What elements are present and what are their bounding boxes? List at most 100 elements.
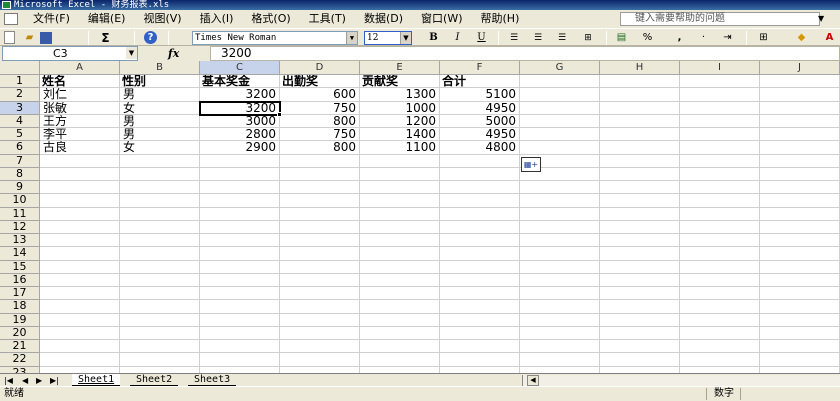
- data-cell[interactable]: 1000: [360, 102, 439, 115]
- row-header-21[interactable]: 21: [0, 339, 40, 354]
- header-cell[interactable]: 贡献奖: [360, 75, 439, 88]
- increase-indent-icon[interactable]: ⇥: [720, 31, 735, 45]
- align-right-icon[interactable]: ☰: [554, 31, 569, 45]
- tab-sheet3[interactable]: Sheet3: [188, 374, 237, 386]
- align-left-icon[interactable]: ☰: [506, 31, 521, 45]
- data-cell[interactable]: 5000: [440, 115, 519, 128]
- header-cell[interactable]: 合计: [440, 75, 519, 88]
- comma-style-icon[interactable]: ,: [672, 31, 687, 45]
- data-cell[interactable]: 800: [280, 141, 359, 154]
- data-cell[interactable]: 王方: [40, 115, 119, 128]
- data-cell[interactable]: 男: [120, 128, 199, 141]
- horizontal-scrollbar[interactable]: ◀: [522, 375, 840, 386]
- data-cell[interactable]: 600: [280, 88, 359, 101]
- fill-color-icon[interactable]: ◆: [794, 31, 809, 45]
- data-cell[interactable]: 1200: [360, 115, 439, 128]
- row-header-8[interactable]: 8: [0, 167, 40, 181]
- next-sheet-icon[interactable]: ▶: [36, 375, 42, 386]
- chevron-down-icon[interactable]: ▼: [346, 32, 357, 44]
- autosum-button[interactable]: Σ: [98, 31, 113, 45]
- fill-handle[interactable]: [277, 111, 282, 117]
- chevron-down-icon[interactable]: ▼: [400, 32, 411, 44]
- last-sheet-icon[interactable]: ▶|: [50, 375, 59, 386]
- row-header-13[interactable]: 13: [0, 233, 40, 248]
- menu-view[interactable]: 视图(V): [134, 10, 190, 28]
- menu-insert[interactable]: 插入(I): [191, 10, 243, 28]
- data-cell[interactable]: 3200: [200, 88, 279, 101]
- data-cell[interactable]: 古良: [40, 141, 119, 154]
- column-header-d[interactable]: D: [280, 61, 360, 75]
- borders-icon[interactable]: ⊞: [756, 31, 771, 45]
- menu-data[interactable]: 数据(D): [355, 10, 412, 28]
- row-header-12[interactable]: 12: [0, 220, 40, 234]
- italic-button[interactable]: I: [450, 31, 465, 45]
- menu-edit[interactable]: 编辑(E): [79, 10, 135, 28]
- data-cell[interactable]: 2800: [200, 128, 279, 141]
- bold-button[interactable]: B: [426, 31, 441, 45]
- menu-tools[interactable]: 工具(T): [300, 10, 355, 28]
- header-cell[interactable]: 姓名: [40, 75, 119, 88]
- tab-sheet1[interactable]: Sheet1: [72, 374, 121, 386]
- data-cell[interactable]: 李平: [40, 128, 119, 141]
- select-all-corner[interactable]: [0, 61, 40, 75]
- menu-window[interactable]: 窗口(W): [412, 10, 471, 28]
- data-cell[interactable]: 刘仁: [40, 88, 119, 101]
- row-header-9[interactable]: 9: [0, 180, 40, 195]
- row-header-4[interactable]: 4: [0, 114, 40, 128]
- row-header-19[interactable]: 19: [0, 313, 40, 327]
- data-cell[interactable]: 4950: [440, 102, 519, 115]
- row-header-5[interactable]: 5: [0, 127, 40, 142]
- font-name-select[interactable]: Times New Roman ▼: [192, 31, 358, 45]
- data-cell[interactable]: 女: [120, 141, 199, 154]
- column-header-a[interactable]: A: [40, 61, 120, 75]
- data-cell[interactable]: 男: [120, 115, 199, 128]
- font-color-icon[interactable]: A: [822, 31, 837, 45]
- data-cell[interactable]: 750: [280, 128, 359, 141]
- header-cell[interactable]: 出勤奖: [280, 75, 359, 88]
- tab-sheet2[interactable]: Sheet2: [130, 374, 179, 386]
- new-document-icon[interactable]: [4, 31, 15, 44]
- data-cell[interactable]: 2900: [200, 141, 279, 154]
- data-cell[interactable]: 4950: [440, 128, 519, 141]
- data-cell[interactable]: 800: [280, 115, 359, 128]
- name-box[interactable]: C3 ▼: [2, 46, 138, 61]
- column-header-b[interactable]: B: [120, 61, 200, 75]
- paste-options-icon[interactable]: ▦+: [521, 156, 541, 172]
- font-size-select[interactable]: 12 ▼: [364, 31, 412, 45]
- data-cell[interactable]: 1100: [360, 141, 439, 154]
- help-icon[interactable]: ?: [144, 31, 157, 44]
- column-header-e[interactable]: E: [360, 61, 440, 75]
- chevron-down-icon[interactable]: ▼: [126, 47, 137, 59]
- help-dropdown-icon[interactable]: ▼: [818, 14, 824, 23]
- menu-help[interactable]: 帮助(H): [472, 10, 529, 28]
- column-header-i[interactable]: I: [680, 61, 760, 75]
- underline-button[interactable]: U: [474, 31, 489, 45]
- scroll-left-icon[interactable]: ◀: [527, 375, 539, 386]
- menu-file[interactable]: 文件(F): [24, 10, 79, 28]
- percent-button[interactable]: %: [640, 31, 655, 45]
- column-header-h[interactable]: H: [600, 61, 680, 75]
- row-header-11[interactable]: 11: [0, 207, 40, 221]
- row-header-3[interactable]: 3: [0, 101, 40, 115]
- data-cell[interactable]: 750: [280, 102, 359, 115]
- data-cell[interactable]: 张敏: [40, 102, 119, 115]
- data-cell[interactable]: 3000: [200, 115, 279, 128]
- row-header-22[interactable]: 22: [0, 353, 40, 367]
- header-cell[interactable]: 基本奖金: [200, 75, 279, 88]
- save-icon[interactable]: [40, 32, 52, 44]
- workbook-icon[interactable]: [4, 13, 18, 25]
- row-header-1[interactable]: 1: [0, 74, 40, 89]
- column-header-g[interactable]: G: [520, 61, 600, 75]
- data-cell[interactable]: 1400: [360, 128, 439, 141]
- decrease-decimal-icon[interactable]: ·: [696, 31, 711, 45]
- align-center-icon[interactable]: ☰: [530, 31, 545, 45]
- row-header-15[interactable]: 15: [0, 260, 40, 274]
- row-header-2[interactable]: 2: [0, 88, 40, 102]
- row-header-20[interactable]: 20: [0, 326, 40, 340]
- open-folder-icon[interactable]: ▰: [22, 31, 37, 45]
- row-header-17[interactable]: 17: [0, 286, 40, 301]
- help-search-input[interactable]: 键入需要帮助的问题: [620, 12, 820, 26]
- column-header-j[interactable]: J: [760, 61, 840, 75]
- currency-icon[interactable]: ▤: [614, 31, 629, 45]
- header-cell[interactable]: 性别: [120, 75, 199, 88]
